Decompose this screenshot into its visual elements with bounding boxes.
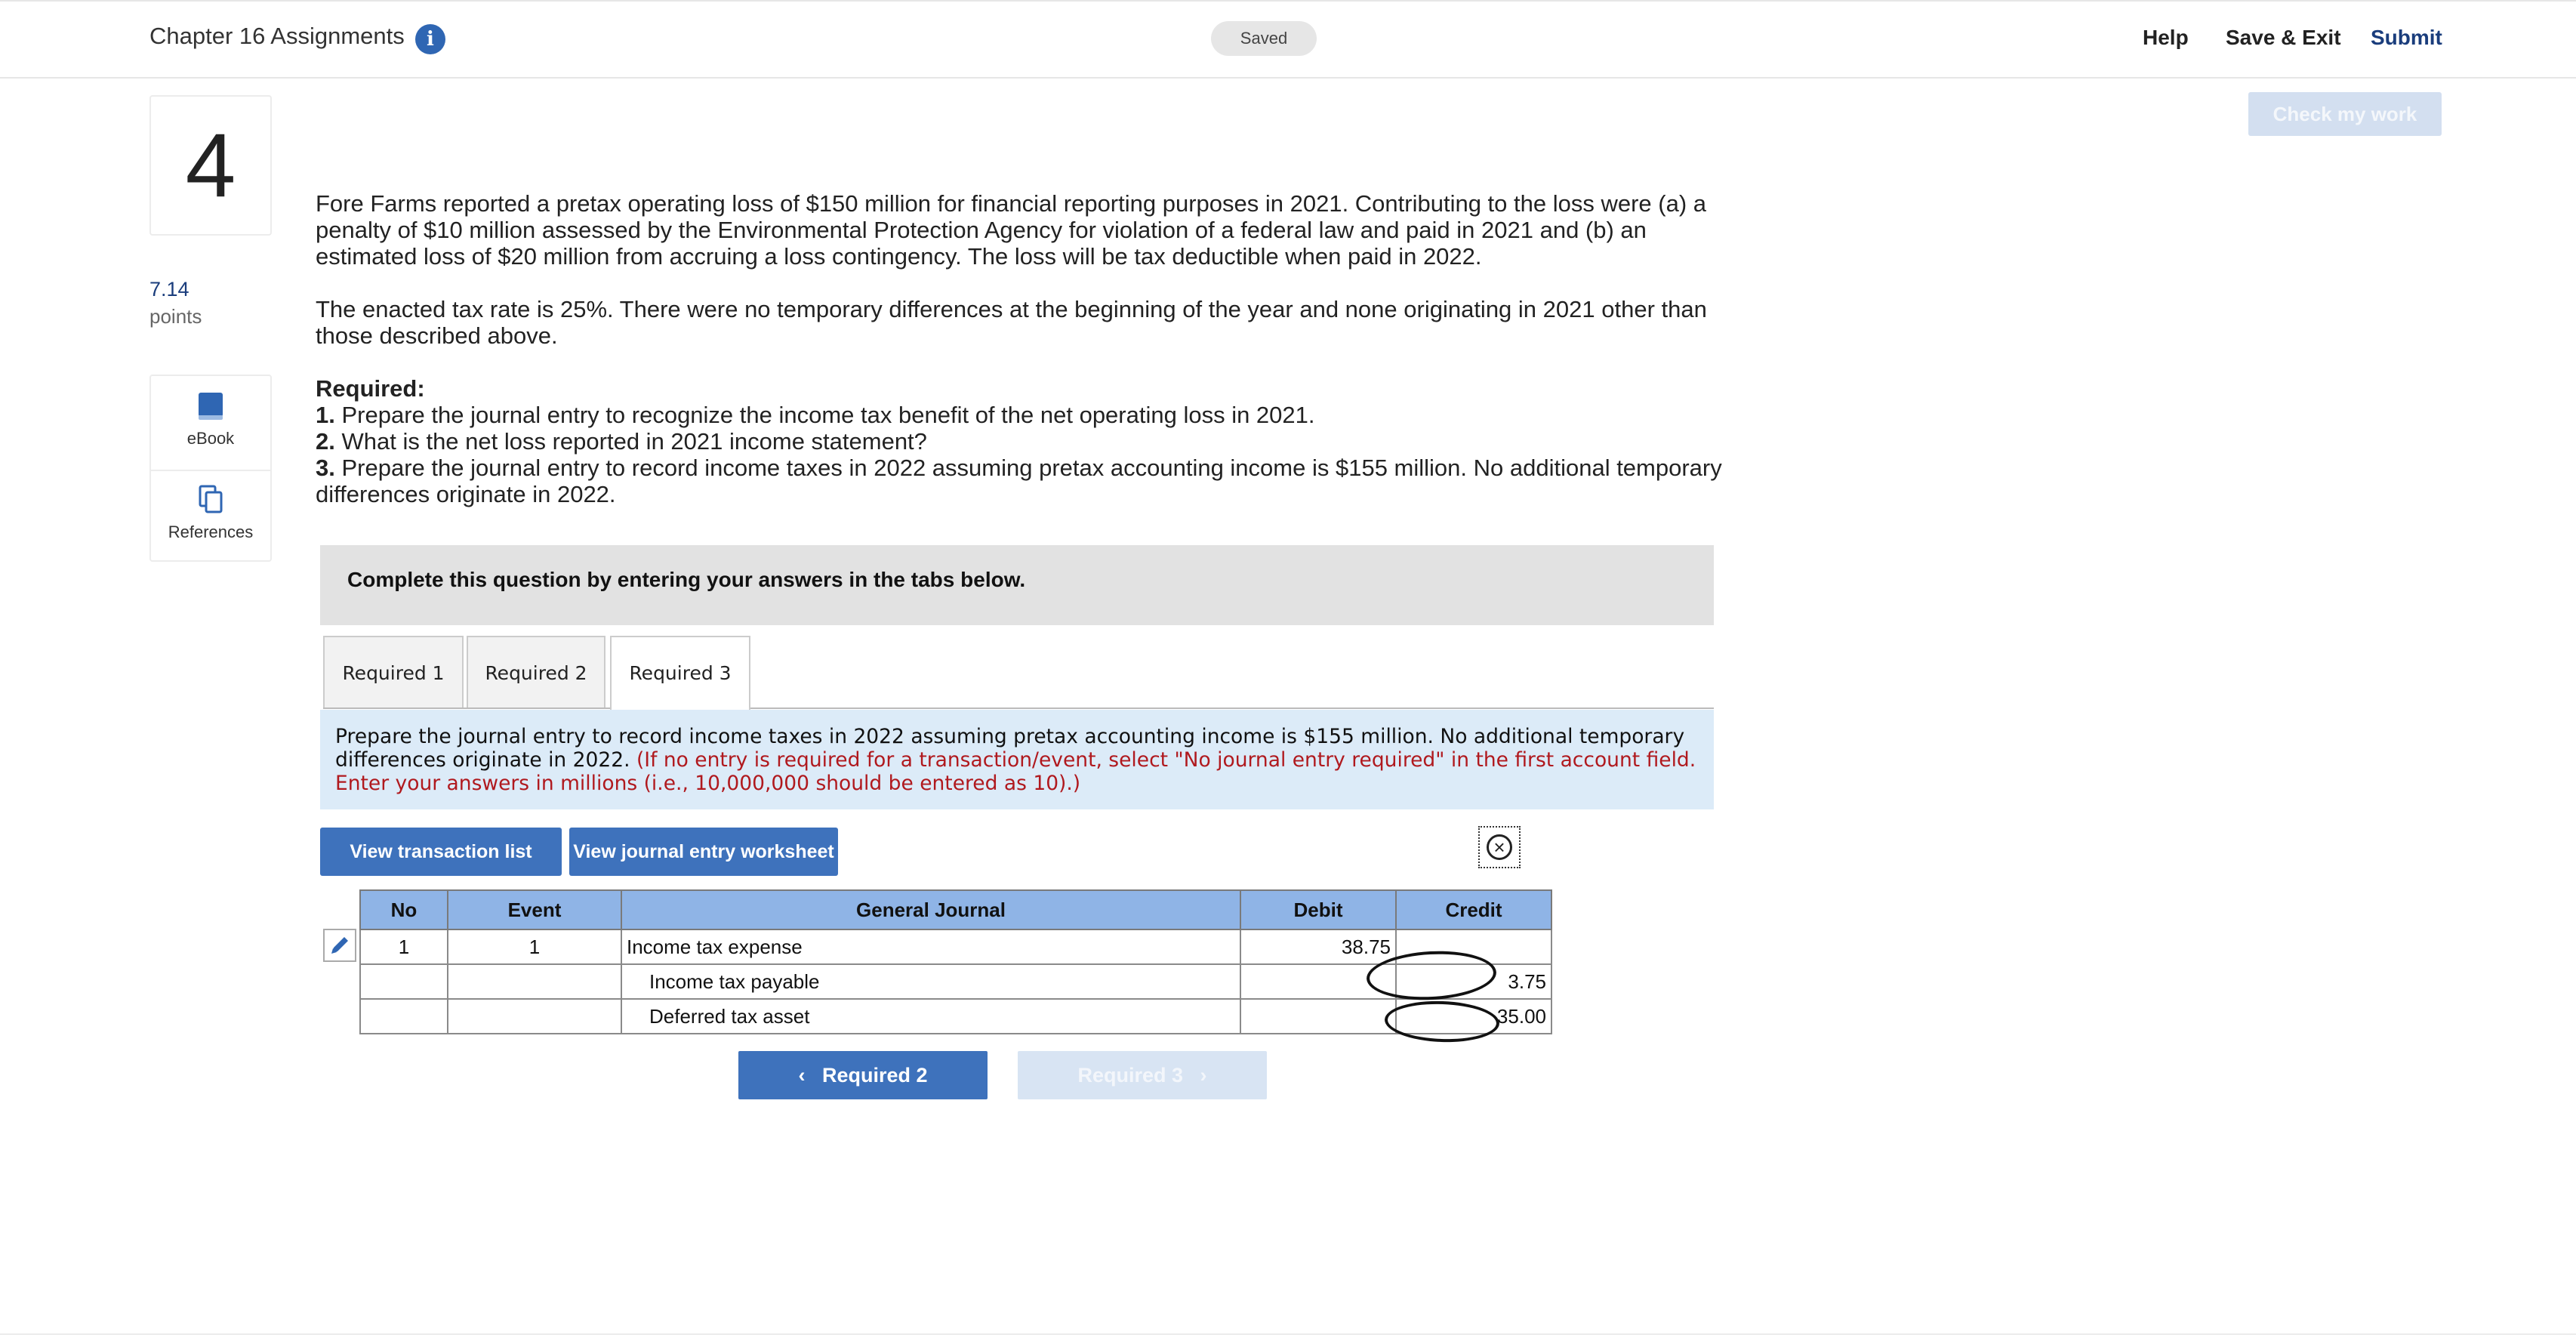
table-row: Deferred tax asset 35.00 <box>359 998 1552 1034</box>
cell-no <box>359 998 448 1034</box>
question-paragraph-1: Fore Farms reported a pretax operating l… <box>316 190 1707 270</box>
tab-required-3[interactable]: Required 3 <box>610 636 750 710</box>
submit-link[interactable]: Submit <box>2371 26 2442 50</box>
prev-label: Required 2 <box>821 1064 928 1087</box>
tab-underline <box>323 707 1714 709</box>
cell-account[interactable]: Income tax expense <box>621 929 1241 965</box>
save-exit-link[interactable]: Save & Exit <box>2226 26 2341 50</box>
view-journal-worksheet-button[interactable]: View journal entry worksheet <box>569 828 838 876</box>
points-value: 7.14 <box>149 278 190 301</box>
cell-debit[interactable] <box>1240 998 1397 1034</box>
cell-debit[interactable]: 38.75 <box>1240 929 1397 965</box>
assignment-title: Chapter 16 Assignments <box>149 23 405 49</box>
required-heading: Required: <box>316 375 425 402</box>
next-required-button[interactable]: Required 3 › <box>1018 1051 1267 1099</box>
references-label: References <box>168 522 254 541</box>
tab-required-2[interactable]: Required 2 <box>467 636 605 708</box>
book-icon <box>199 393 223 420</box>
footer-divider <box>0 1333 2576 1335</box>
cell-event: 1 <box>447 929 622 965</box>
col-header-event: Event <box>447 889 622 930</box>
col-header-general-journal: General Journal <box>621 889 1241 930</box>
general-journal-table: No Event General Journal Debit Credit 1 … <box>359 889 1552 1034</box>
pencil-icon <box>331 937 348 954</box>
cell-no: 1 <box>359 929 448 965</box>
copy-pages-icon <box>199 485 223 513</box>
cell-account[interactable]: Income tax payable <box>621 963 1241 1000</box>
info-icon[interactable]: i <box>415 24 445 54</box>
requirement-description: Prepare the journal entry to record inco… <box>320 710 1714 809</box>
prev-required-button[interactable]: ‹ Required 2 <box>738 1051 988 1099</box>
close-button[interactable]: × <box>1478 826 1521 868</box>
question-text: Fore Farms reported a pretax operating l… <box>316 190 1750 507</box>
required-item-1: 1. Prepare the journal entry to recogniz… <box>316 402 1315 428</box>
help-link[interactable]: Help <box>2143 26 2189 50</box>
chevron-left-icon: ‹ <box>798 1064 822 1087</box>
cell-account[interactable]: Deferred tax asset <box>621 998 1241 1034</box>
references-button[interactable]: References <box>151 485 270 542</box>
instruction-banner: Complete this question by entering your … <box>320 545 1714 625</box>
chevron-right-icon: › <box>1183 1064 1207 1087</box>
check-my-work-button[interactable]: Check my work <box>2248 92 2442 136</box>
cell-event <box>447 998 622 1034</box>
required-item-2: 2. What is the net loss reported in 2021… <box>316 428 927 455</box>
tab-required-1[interactable]: Required 1 <box>323 636 464 708</box>
question-number: 4 <box>149 95 272 236</box>
table-header-row: No Event General Journal Debit Credit <box>359 889 1552 930</box>
required-item-3: 3. Prepare the journal entry to record i… <box>316 455 1722 507</box>
col-header-no: No <box>359 889 448 930</box>
points-label: points <box>149 305 202 328</box>
col-header-debit: Debit <box>1240 889 1397 930</box>
ebook-button[interactable]: eBook <box>151 391 270 449</box>
question-paragraph-2: The enacted tax rate is 25%. There were … <box>316 296 1707 349</box>
saved-status-badge: Saved <box>1211 21 1317 56</box>
next-label: Required 3 <box>1077 1064 1184 1087</box>
close-icon: × <box>1487 834 1512 860</box>
col-header-credit: Credit <box>1395 889 1552 930</box>
tools-divider <box>151 470 270 471</box>
side-tools-panel: eBook References <box>149 375 272 562</box>
ebook-label: eBook <box>186 429 235 448</box>
edit-entry-button[interactable] <box>323 929 356 962</box>
cell-event <box>447 963 622 1000</box>
table-row: 1 1 Income tax expense 38.75 <box>359 929 1552 965</box>
cell-no <box>359 963 448 1000</box>
view-transaction-list-button[interactable]: View transaction list <box>320 828 562 876</box>
